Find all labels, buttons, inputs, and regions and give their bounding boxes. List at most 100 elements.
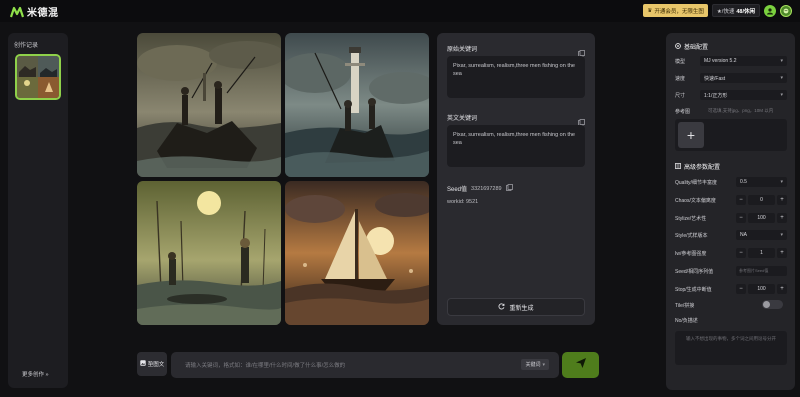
quality-select[interactable]: 0.5 ▾ — [736, 177, 787, 187]
quality-value: 0.5 — [740, 179, 747, 185]
user-icon[interactable] — [764, 4, 776, 17]
speed-select[interactable]: 快速/Fast ▾ — [700, 73, 787, 83]
history-title: 创作记录 — [14, 43, 39, 49]
quota-label: ★/快速 — [716, 8, 735, 15]
vip-label: 开通会员，无限生图 — [654, 8, 704, 15]
copy-icon[interactable] — [505, 184, 513, 193]
settings-panel: 基础配置 模型 MJ version 5.2 ▾ 速度 快速/Fast ▾ 尺寸… — [666, 33, 795, 390]
style-label: Style/式样版本 — [675, 233, 708, 239]
reference-image-label: 参考图 — [675, 109, 691, 115]
regenerate-label: 重新生成 — [509, 305, 534, 312]
more-creations-link[interactable]: 更多创作 » — [22, 370, 49, 378]
result-info-panel: 原始关键词 Pixar, surrealism, realism,three m… — [437, 33, 595, 325]
stylize-label: Stylize/艺术性 — [675, 216, 707, 222]
result-image-grid — [137, 33, 429, 325]
chaos-stepper: − 0 + — [736, 195, 787, 205]
reference-image-hint: 可选填,支持jpg、png，10M 以内 — [708, 108, 774, 113]
iw-label: Iw/参考图强度 — [675, 251, 707, 257]
mode-label: 垫图文 — [147, 362, 165, 368]
negative-prompt-input[interactable]: 输入不想出现的事物，多个词之间用逗号分开 — [675, 331, 787, 365]
stylize-value[interactable]: 100 — [748, 213, 775, 223]
iw-stepper: − 1 + — [736, 248, 787, 258]
increment-button[interactable]: + — [777, 284, 787, 294]
stylize-stepper: − 100 + — [736, 213, 787, 223]
quota-badge[interactable]: ★/快速 48/休闲 — [711, 4, 760, 17]
plus-icon: + — [686, 127, 696, 143]
chevron-down-icon: ▾ — [780, 75, 783, 81]
prompt-input[interactable]: 请输入关键词，格式如：谁/在哪里/什么时间/做了什么事/怎么做的 关键词 ▾ — [171, 352, 559, 378]
top-bar: 米德混 ♛ 开通会员，无限生图 ★/快速 48/休闲 — [0, 0, 800, 22]
seed-input-placeholder: 参考图片Seed值 — [739, 268, 769, 273]
chaos-label: Chaos/文本偏离度 — [675, 198, 716, 204]
keyword-select-label: 关键词 — [525, 362, 541, 368]
reference-image-area: + — [675, 119, 787, 151]
basic-config-header: 基础配置 — [675, 42, 708, 51]
regenerate-button[interactable]: 重新生成 — [447, 298, 585, 316]
stop-stepper: − 100 + — [736, 284, 787, 294]
send-button[interactable] — [562, 352, 599, 378]
size-label: 尺寸 — [675, 93, 686, 99]
chevron-down-icon: ▾ — [542, 361, 545, 368]
copy-icon[interactable] — [578, 113, 585, 126]
speed-value: 快速/Fast — [704, 75, 726, 82]
avatar[interactable] — [780, 4, 792, 17]
original-prompt-text[interactable]: Pixar, surrealism, realism,three men fis… — [447, 56, 585, 98]
refresh-icon — [498, 302, 505, 312]
result-image-3[interactable] — [137, 181, 281, 325]
negative-prompt-label: No/负描述 — [675, 318, 698, 324]
chevron-down-icon: ▾ — [780, 232, 783, 238]
style-select[interactable]: NA ▾ — [736, 230, 787, 240]
result-image-2[interactable] — [285, 33, 429, 177]
seed-setting-label: Seed/相同序列值 — [675, 269, 714, 275]
image-text-mode-button[interactable]: 垫图文 — [137, 352, 167, 376]
model-label: 模型 — [675, 59, 686, 65]
stop-value[interactable]: 100 — [748, 284, 775, 294]
add-image-button[interactable]: + — [678, 122, 704, 148]
seed-input[interactable]: 参考图片Seed值 — [736, 266, 787, 276]
increment-button[interactable]: + — [777, 213, 787, 223]
worker-id: workid: 9521 — [447, 199, 479, 205]
seed-row: Seed值 3321697289 — [447, 184, 513, 193]
decrement-button[interactable]: − — [736, 195, 746, 205]
decrement-button[interactable]: − — [736, 248, 746, 258]
increment-button[interactable]: + — [777, 248, 787, 258]
chevron-down-icon: ▾ — [780, 58, 783, 64]
style-value: NA — [740, 232, 747, 238]
english-prompt-text[interactable]: Pixar, surrealism, realism,three men fis… — [447, 125, 585, 167]
size-value: 1:1/正方形 — [704, 92, 728, 99]
send-icon — [575, 356, 587, 374]
size-select[interactable]: 1:1/正方形 ▾ — [700, 90, 787, 100]
decrement-button[interactable]: − — [736, 284, 746, 294]
history-panel: 创作记录 更多创作 » — [8, 33, 68, 388]
advanced-config-title: 高级参数配置 — [684, 165, 721, 171]
vip-button[interactable]: ♛ 开通会员，无限生图 — [643, 4, 708, 17]
seed-value: 3321697289 — [471, 185, 502, 192]
gear-icon — [675, 42, 681, 51]
decrement-button[interactable]: − — [736, 213, 746, 223]
chevron-down-icon: ▾ — [780, 179, 783, 185]
basic-config-title: 基础配置 — [684, 45, 709, 51]
history-thumbnail[interactable] — [15, 54, 61, 100]
model-value: MJ version 5.2 — [704, 58, 737, 64]
result-image-1[interactable] — [137, 33, 281, 177]
original-prompt-label: 原始关键词 — [447, 47, 478, 53]
crown-icon: ♛ — [647, 7, 653, 14]
negative-prompt-placeholder: 输入不想出现的事物，多个词之间用逗号分开 — [686, 336, 776, 341]
app-name: 米德混 — [27, 8, 59, 19]
stop-label: Stop/生成中断值 — [675, 287, 712, 293]
chaos-value[interactable]: 0 — [748, 195, 775, 205]
seed-label: Seed值 — [447, 187, 468, 193]
model-select[interactable]: MJ version 5.2 ▾ — [700, 56, 787, 66]
advanced-config-header: 高级参数配置 — [674, 162, 721, 171]
app-logo[interactable]: 米德混 — [10, 4, 59, 19]
keyword-select[interactable]: 关键词 ▾ — [521, 359, 549, 370]
iw-value[interactable]: 1 — [748, 248, 775, 258]
tile-toggle[interactable] — [762, 300, 783, 309]
prompt-placeholder: 请输入关键词，格式如：谁/在哪里/什么时间/做了什么事/怎么做的 — [185, 363, 346, 369]
quota-value: 48/休闲 — [736, 8, 755, 15]
chevron-down-icon: ▾ — [780, 92, 783, 98]
copy-icon[interactable] — [578, 44, 585, 57]
result-image-4[interactable] — [285, 181, 429, 325]
quality-label: Quality/细节丰富度 — [675, 180, 717, 186]
increment-button[interactable]: + — [777, 195, 787, 205]
